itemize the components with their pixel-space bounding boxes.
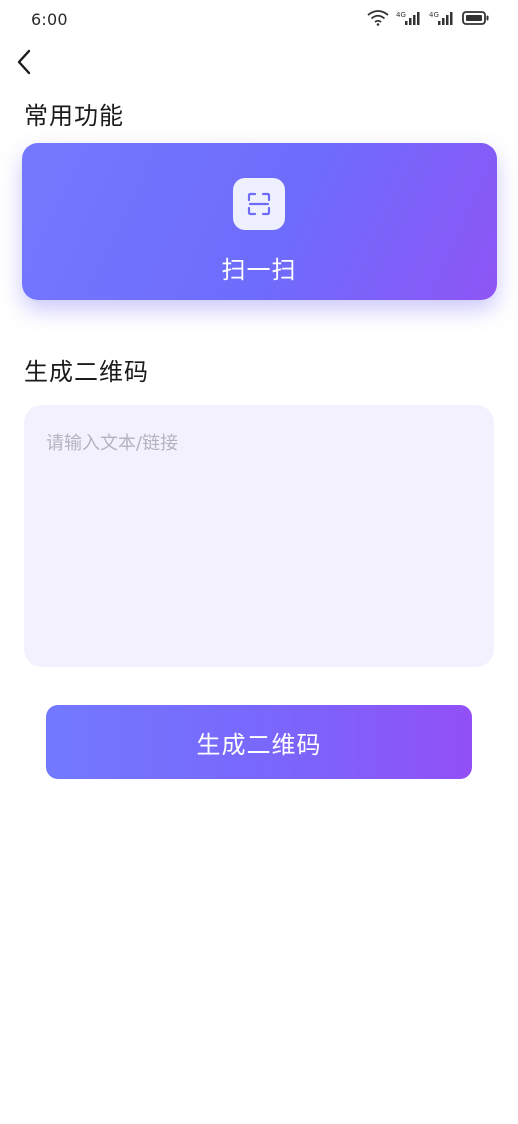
status-time: 6:00 (31, 10, 68, 29)
generate-qrcode-button[interactable]: 生成二维码 (46, 705, 472, 779)
section-title-common: 常用功能 (24, 102, 124, 130)
signal-icon: 4G (396, 10, 422, 26)
scan-icon[interactable] (233, 178, 285, 230)
text-link-input[interactable] (24, 405, 494, 667)
svg-text:4G: 4G (429, 11, 439, 19)
back-button[interactable] (8, 48, 40, 80)
status-bar: 6:00 4G 4G (0, 0, 518, 40)
status-icons: 4G 4G (367, 9, 490, 27)
section-title-generate: 生成二维码 (24, 358, 149, 386)
chevron-left-icon (14, 48, 34, 80)
signal-icon: 4G (429, 10, 455, 26)
svg-text:4G: 4G (396, 11, 406, 19)
scan-label[interactable]: 扫一扫 (0, 250, 518, 285)
battery-icon (462, 10, 490, 26)
wifi-icon (367, 10, 389, 26)
